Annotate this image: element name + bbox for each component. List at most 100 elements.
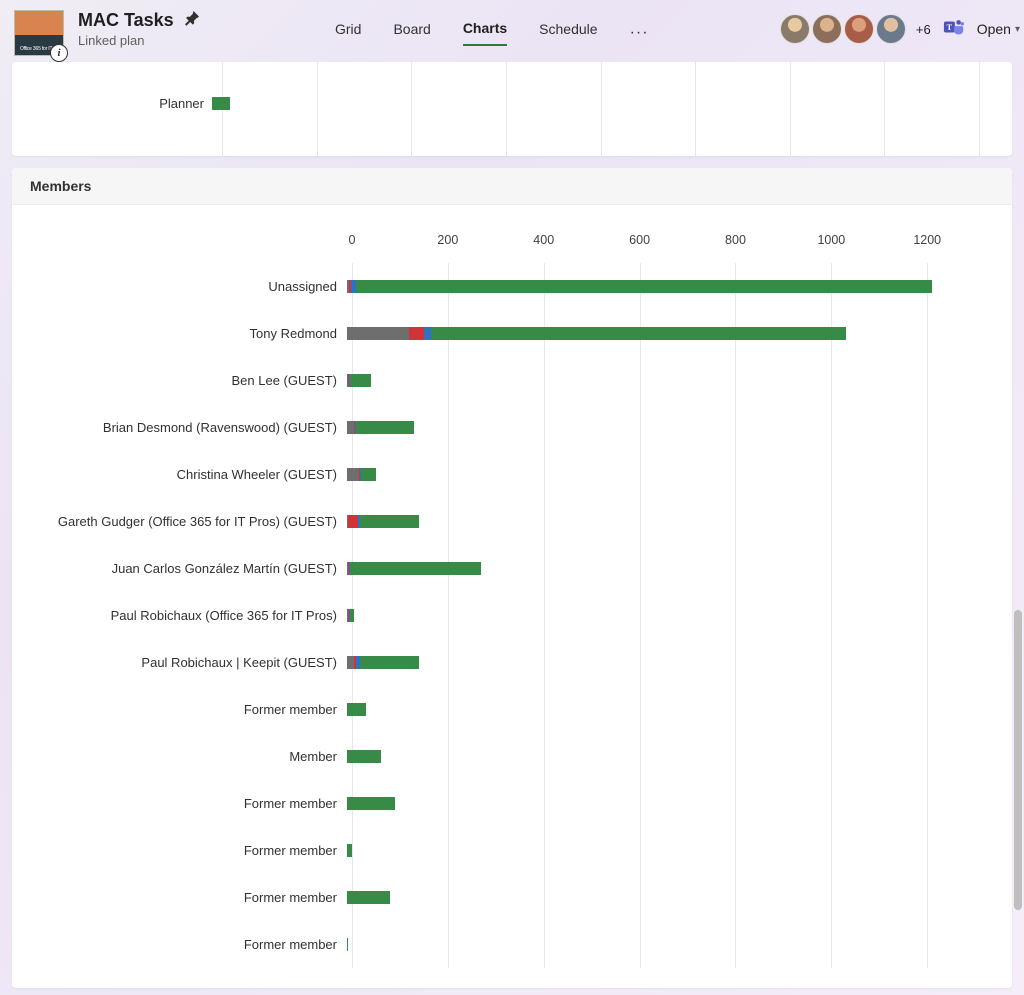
bucket-row-label: Planner <box>12 96 212 111</box>
bar-segment-not_started[interactable] <box>347 327 409 340</box>
chart-plot: Unassigned Tony Redmond Ben Lee (GUEST) Bri… <box>52 263 972 968</box>
bar-segment-in_progress[interactable] <box>424 327 431 340</box>
row-label: Tony Redmond <box>52 326 347 341</box>
bar-segment-completed[interactable] <box>431 327 846 340</box>
bar-segment-completed[interactable] <box>361 468 376 481</box>
row-label: Former member <box>52 796 347 811</box>
bar-segment-not_started[interactable] <box>347 421 354 434</box>
chart-row[interactable]: Paul Robichaux | Keepit (GUEST) <box>52 639 972 686</box>
chart-row[interactable]: Former member <box>52 827 972 874</box>
bar[interactable] <box>347 797 972 810</box>
pin-icon[interactable] <box>184 10 200 31</box>
bar-segment-completed[interactable] <box>347 891 390 904</box>
gridlines <box>222 62 980 156</box>
bar-segment-not_started[interactable] <box>347 656 354 669</box>
chart-row[interactable]: Paul Robichaux (Office 365 for IT Pros) <box>52 592 972 639</box>
scrollbar-thumb[interactable] <box>1014 610 1022 910</box>
chart-row[interactable]: Juan Carlos González Martín (GUEST) <box>52 545 972 592</box>
info-icon[interactable]: i <box>50 44 68 62</box>
chart-row[interactable]: Ben Lee (GUEST) <box>52 357 972 404</box>
bar-segment-completed[interactable] <box>350 374 371 387</box>
more-members-count[interactable]: +6 <box>916 22 931 37</box>
avatar[interactable] <box>812 14 842 44</box>
chart-row[interactable]: Former member <box>52 921 972 968</box>
chevron-down-icon: ▾ <box>1015 24 1020 35</box>
bar-segment-completed[interactable] <box>360 515 418 528</box>
tab-charts[interactable]: Charts <box>463 20 507 46</box>
x-tick: 600 <box>629 233 650 247</box>
bar[interactable] <box>347 938 972 951</box>
chart-row[interactable]: Tony Redmond <box>52 310 972 357</box>
bar[interactable] <box>347 703 972 716</box>
scrollbar-track[interactable] <box>1012 80 1022 991</box>
bucket-bar[interactable] <box>212 97 230 110</box>
bar-segment-completed[interactable] <box>356 280 932 293</box>
members-chart: 020040060080010001200 UnassignedTony Red… <box>12 205 1012 978</box>
bar[interactable] <box>347 468 972 481</box>
chart-row[interactable]: Christina Wheeler (GUEST) <box>52 451 972 498</box>
chart-row[interactable]: Member <box>52 733 972 780</box>
avatar[interactable] <box>844 14 874 44</box>
bar-segment-completed[interactable] <box>347 703 366 716</box>
bar-segment-late[interactable] <box>409 327 423 340</box>
bar-segment-completed[interactable] <box>347 938 348 951</box>
tab-grid[interactable]: Grid <box>335 21 361 45</box>
row-label: Juan Carlos González Martín (GUEST) <box>52 561 347 576</box>
bar-segment-completed[interactable] <box>350 562 481 575</box>
bar[interactable] <box>347 844 972 857</box>
open-label: Open <box>977 21 1011 37</box>
plan-icon[interactable]: Office 365 for IT Pr i <box>14 10 64 56</box>
bar[interactable] <box>347 609 972 622</box>
row-label: Former member <box>52 702 347 717</box>
avatar[interactable] <box>780 14 810 44</box>
bar[interactable] <box>347 562 972 575</box>
bar-segment-completed[interactable] <box>356 421 414 434</box>
bar-segment-completed[interactable] <box>347 797 395 810</box>
bar-segment-completed[interactable] <box>347 844 352 857</box>
row-label: Paul Robichaux | Keepit (GUEST) <box>52 655 347 670</box>
bucket-chart-card: Planner <box>12 62 1012 156</box>
open-button[interactable]: Open ▾ <box>977 21 1020 37</box>
bar[interactable] <box>347 656 972 669</box>
chart-row[interactable]: Former member <box>52 780 972 827</box>
x-tick: 1000 <box>817 233 845 247</box>
bar-segment-completed[interactable] <box>347 750 381 763</box>
bar[interactable] <box>347 374 972 387</box>
bar-segment-not_started[interactable] <box>347 468 359 481</box>
chart-row[interactable]: Unassigned <box>52 263 972 310</box>
row-label: Member <box>52 749 347 764</box>
chart-row[interactable]: Former member <box>52 874 972 921</box>
member-avatars[interactable] <box>780 14 906 44</box>
avatar[interactable] <box>876 14 906 44</box>
bar[interactable] <box>347 280 972 293</box>
row-label: Gareth Gudger (Office 365 for IT Pros) (… <box>52 514 347 529</box>
chart-row[interactable]: Former member <box>52 686 972 733</box>
x-tick: 1200 <box>913 233 941 247</box>
bar[interactable] <box>347 327 972 340</box>
members-title: Members <box>12 168 1012 205</box>
row-label: Ben Lee (GUEST) <box>52 373 347 388</box>
row-label: Brian Desmond (Ravenswood) (GUEST) <box>52 420 347 435</box>
bar-segment-completed[interactable] <box>350 609 354 622</box>
bar[interactable] <box>347 515 972 528</box>
row-label: Former member <box>52 937 347 952</box>
row-label: Unassigned <box>52 279 347 294</box>
row-label: Christina Wheeler (GUEST) <box>52 467 347 482</box>
bar-segment-late[interactable] <box>348 515 358 528</box>
svg-text:T: T <box>946 22 952 31</box>
app-header: Office 365 for IT Pr i MAC Tasks Linked … <box>0 0 1024 62</box>
teams-icon[interactable]: T <box>943 16 965 43</box>
chart-row[interactable]: Brian Desmond (Ravenswood) (GUEST) <box>52 404 972 451</box>
more-tabs-icon[interactable]: ··· <box>630 24 649 42</box>
x-axis: 020040060080010001200 <box>352 233 952 263</box>
tab-board[interactable]: Board <box>393 21 430 45</box>
bar[interactable] <box>347 891 972 904</box>
plan-subtitle: Linked plan <box>78 33 200 48</box>
bar-segment-completed[interactable] <box>360 656 418 669</box>
row-label: Paul Robichaux (Office 365 for IT Pros) <box>52 608 347 623</box>
tab-schedule[interactable]: Schedule <box>539 21 597 45</box>
bar[interactable] <box>347 421 972 434</box>
chart-row[interactable]: Gareth Gudger (Office 365 for IT Pros) (… <box>52 498 972 545</box>
bar[interactable] <box>347 750 972 763</box>
plan-title: MAC Tasks <box>78 10 174 31</box>
